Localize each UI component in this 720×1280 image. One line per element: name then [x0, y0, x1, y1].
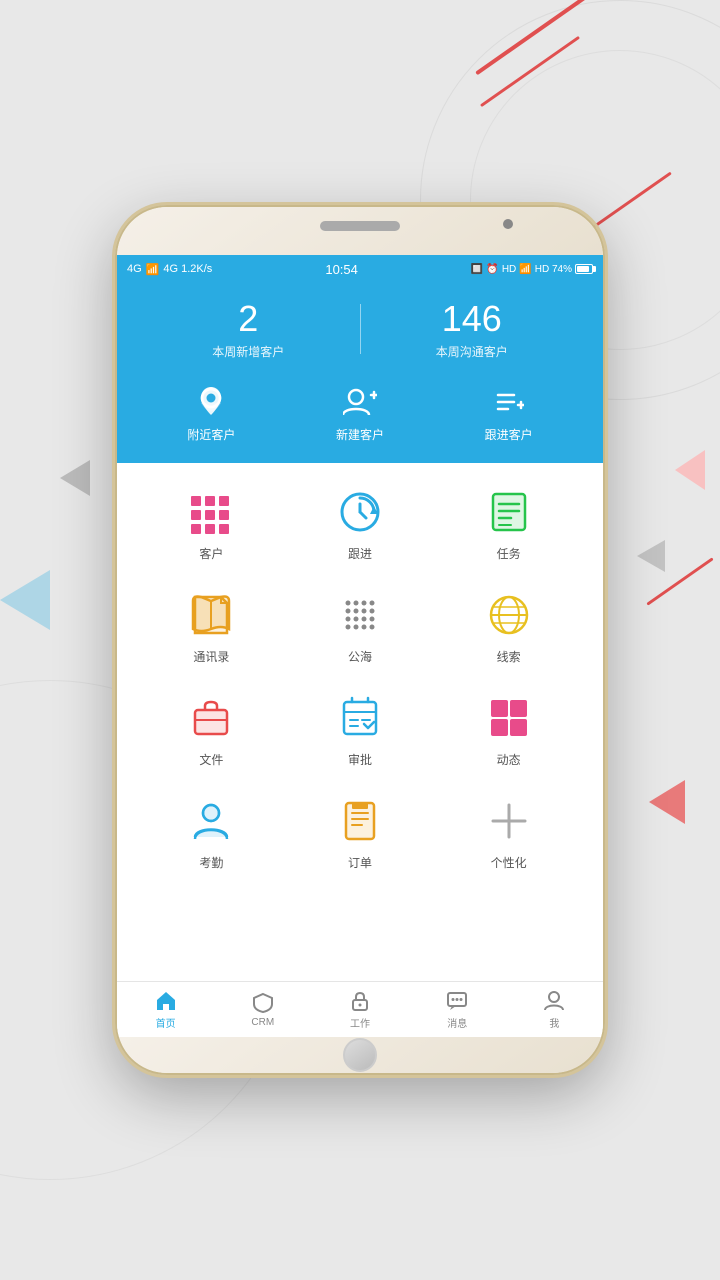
chat-icon [446, 990, 468, 1012]
shield-icon [252, 992, 274, 1014]
followup-customer-button[interactable]: 跟进客户 [485, 384, 533, 443]
stat-new-count: 2 [137, 299, 360, 339]
clock: 10:54 [325, 262, 358, 277]
customers-item[interactable]: 客户 [171, 487, 251, 562]
bottom-nav: 首页 CRM 工作 [117, 981, 603, 1037]
home-button[interactable] [343, 1038, 377, 1072]
phone-camera [503, 219, 513, 229]
stats-row: 2 本周新增客户 146 本周沟通客户 [137, 299, 583, 360]
dynamics-item[interactable]: 动态 [469, 693, 549, 768]
orders-label: 订单 [348, 854, 372, 871]
tasks-label: 任务 [497, 545, 521, 562]
orders-item[interactable]: 订单 [320, 796, 400, 871]
add-list-icon [491, 384, 527, 420]
speed-indicator: 4G 1.2K/s [163, 263, 212, 275]
followup-item[interactable]: 跟进 [320, 487, 400, 562]
nearby-customers-button[interactable]: 附近客户 [187, 384, 235, 443]
orders-icon [335, 796, 385, 846]
status-bar: 4G 📶 4G 1.2K/s 10:54 🔲 ⏰ HD 📶 HD 74% [117, 255, 603, 283]
followup-grid-label: 跟进 [348, 545, 372, 562]
location-icon [193, 384, 229, 420]
grid-row-3: 文件 [117, 679, 603, 782]
attendance-label: 考勤 [199, 854, 223, 871]
nav-home[interactable]: 首页 [117, 982, 214, 1037]
nav-messages[interactable]: 消息 [409, 982, 506, 1037]
quick-actions: 附近客户 新建客户 [137, 376, 583, 443]
signal-icon: 4G [127, 263, 142, 275]
dynamics-label: 动态 [497, 751, 521, 768]
grid-row-4: 考勤 订单 [117, 782, 603, 885]
nav-crm-label: CRM [251, 1017, 274, 1028]
status-left: 4G 📶 4G 1.2K/s [127, 263, 212, 276]
home-icon [155, 990, 177, 1012]
contacts-icon [186, 590, 236, 640]
wifi-icon: 📶 [519, 264, 531, 275]
leads-icon [484, 590, 534, 640]
phone-bottom-bar [117, 1037, 603, 1073]
leads-item[interactable]: 线索 [469, 590, 549, 665]
nav-crm[interactable]: CRM [214, 982, 311, 1037]
public-sea-item[interactable]: 公海 [320, 590, 400, 665]
phone-shell: 4G 📶 4G 1.2K/s 10:54 🔲 ⏰ HD 📶 HD 74% [115, 205, 605, 1075]
new-customer-label: 新建客户 [336, 426, 384, 443]
status-right: 🔲 ⏰ HD 📶 HD 74% [471, 264, 593, 275]
phone-top-bar [117, 207, 603, 255]
stat-contacted-count: 146 [361, 299, 584, 339]
tasks-item[interactable]: 任务 [469, 487, 549, 562]
signal-bars: 📶 [146, 263, 160, 276]
main-grid: 客户 跟进 [117, 463, 603, 981]
battery-icon [575, 264, 593, 274]
approval-icon [335, 693, 385, 743]
followup-label: 跟进客户 [485, 426, 533, 443]
tasks-icon [484, 487, 534, 537]
nav-messages-label: 消息 [447, 1015, 467, 1030]
contacts-item[interactable]: 通讯录 [171, 590, 251, 665]
approval-label: 审批 [348, 751, 372, 768]
alarm-icon: ⏰ [486, 264, 498, 275]
stat-new-label: 本周新增客户 [137, 343, 360, 360]
customers-label: 客户 [199, 545, 223, 562]
public-sea-label: 公海 [348, 648, 372, 665]
phone-screen: 4G 📶 4G 1.2K/s 10:54 🔲 ⏰ HD 📶 HD 74% [117, 255, 603, 1037]
files-item[interactable]: 文件 [171, 693, 251, 768]
grid-row-1: 客户 跟进 [117, 473, 603, 576]
files-label: 文件 [199, 751, 223, 768]
grid-row-2: 通讯录 [117, 576, 603, 679]
dynamics-icon [484, 693, 534, 743]
lock-icon [349, 990, 371, 1012]
battery-percent: HD 74% [535, 264, 572, 275]
nav-work-label: 工作 [350, 1015, 370, 1030]
public-sea-icon [335, 590, 385, 640]
attendance-icon [186, 796, 236, 846]
nav-work[interactable]: 工作 [311, 982, 408, 1037]
customize-item[interactable]: 个性化 [469, 796, 549, 871]
nav-me-label: 我 [549, 1015, 559, 1030]
hd-icon: 🔲 [471, 264, 483, 275]
nearby-label: 附近客户 [187, 426, 235, 443]
approval-item[interactable]: 审批 [320, 693, 400, 768]
files-icon [186, 693, 236, 743]
customize-icon [484, 796, 534, 846]
phone-speaker [320, 221, 400, 231]
stat-new-customers: 2 本周新增客户 [137, 299, 360, 360]
app-header: 2 本周新增客户 146 本周沟通客户 [117, 283, 603, 463]
add-person-icon [342, 384, 378, 420]
customize-label: 个性化 [491, 854, 527, 871]
customers-icon [186, 487, 236, 537]
followup-icon [335, 487, 385, 537]
attendance-item[interactable]: 考勤 [171, 796, 251, 871]
new-customer-button[interactable]: 新建客户 [336, 384, 384, 443]
contacts-label: 通讯录 [193, 648, 229, 665]
nav-me[interactable]: 我 [506, 982, 603, 1037]
hd-label: HD [502, 264, 516, 275]
leads-label: 线索 [497, 648, 521, 665]
stat-contacted-label: 本周沟通客户 [361, 343, 584, 360]
stat-contacted-customers: 146 本周沟通客户 [361, 299, 584, 360]
nav-home-label: 首页 [156, 1015, 176, 1030]
person-icon [543, 990, 565, 1012]
